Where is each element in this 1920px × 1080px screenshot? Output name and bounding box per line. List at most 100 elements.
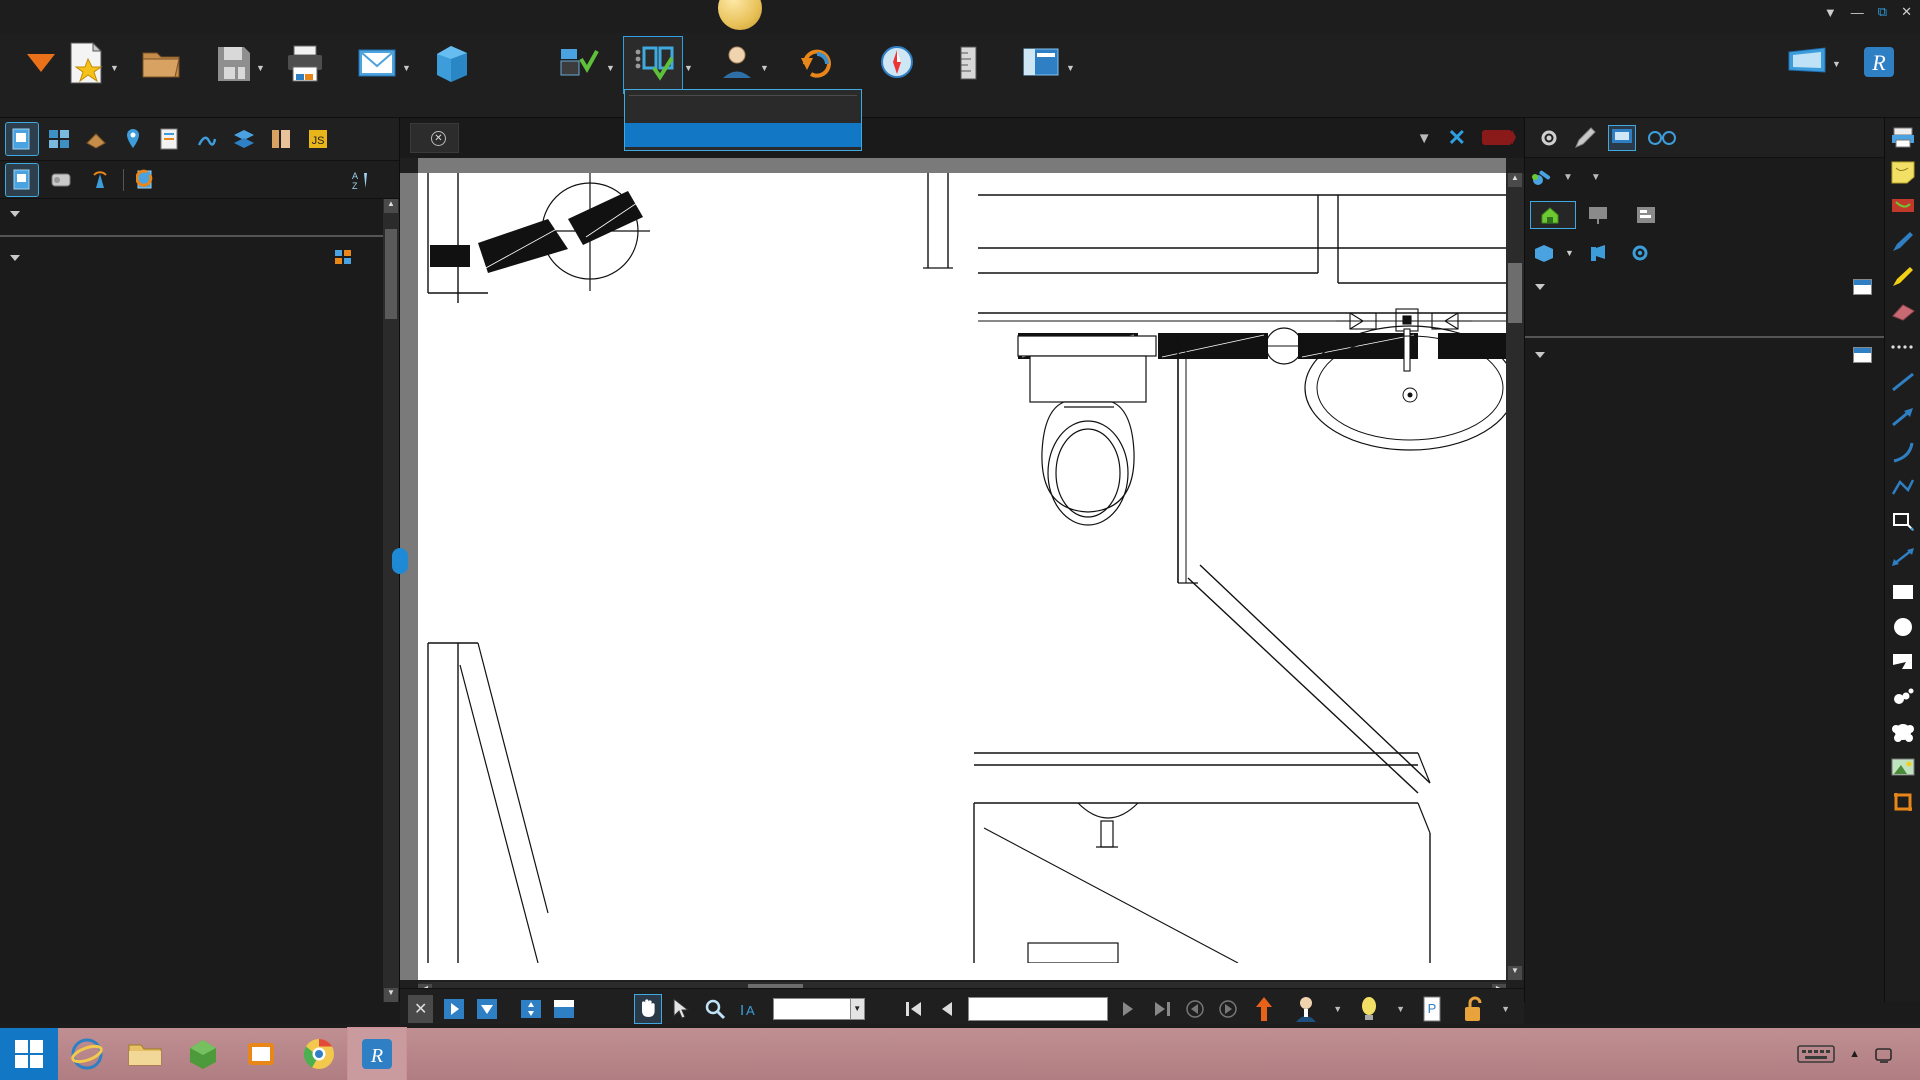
- markup-flag-icon[interactable]: [1482, 127, 1516, 149]
- dimension-icon[interactable]: [1888, 542, 1918, 572]
- studio-session-icon[interactable]: [1609, 126, 1635, 150]
- location-pin-icon[interactable]: [117, 123, 149, 155]
- chevron-down-icon[interactable]: [1535, 352, 1545, 358]
- scroll-up-arrow[interactable]: ▲: [384, 199, 398, 213]
- polyline-icon[interactable]: [1888, 472, 1918, 502]
- left-panel-resize-handle[interactable]: [392, 548, 408, 574]
- circle-icon[interactable]: [1888, 612, 1918, 642]
- minimize-icon[interactable]: —: [1851, 5, 1864, 20]
- scrollbar-thumb[interactable]: [385, 229, 397, 319]
- chrome-icon[interactable]: [290, 1028, 348, 1080]
- line-icon[interactable]: [1888, 367, 1918, 397]
- scroll-up-arrow[interactable]: ▲: [1508, 173, 1522, 187]
- tab-project[interactable]: [1627, 202, 1671, 228]
- sessions-section-header[interactable]: [1525, 272, 1884, 302]
- file-access-icon[interactable]: [6, 123, 38, 155]
- windows-start-icon[interactable]: [0, 1028, 58, 1080]
- zoom-input[interactable]: [773, 998, 851, 1020]
- chevron-down-icon[interactable]: ▼: [1563, 172, 1573, 183]
- scroll-down-arrow[interactable]: ▼: [384, 988, 398, 1002]
- calendar-icon[interactable]: [1853, 279, 1872, 295]
- next-page-icon[interactable]: [1116, 995, 1141, 1023]
- sort-az-icon[interactable]: AZ: [343, 164, 375, 196]
- chevron-down-icon[interactable]: ▼: [1396, 1004, 1405, 1014]
- stamps-icon[interactable]: [80, 123, 112, 155]
- tabs-caret-icon[interactable]: ▼: [606, 63, 615, 73]
- revu-icon[interactable]: R: [348, 1028, 406, 1080]
- fit-width-icon[interactable]: [552, 995, 577, 1023]
- ribbon-toolbars[interactable]: ▼: [624, 37, 682, 93]
- chevron-down-icon[interactable]: ▼: [1591, 172, 1601, 183]
- ribbon-tabs[interactable]: ▼: [542, 37, 616, 115]
- previous-view-arrow-icon[interactable]: [1182, 995, 1207, 1023]
- ribbon-settings[interactable]: R: [1842, 37, 1916, 115]
- internet-explorer-icon[interactable]: [58, 1028, 116, 1080]
- previous-view-icon[interactable]: [475, 995, 500, 1023]
- close-tool-icon[interactable]: ✕: [408, 995, 433, 1023]
- flag-icon[interactable]: [1888, 192, 1918, 222]
- left-panel-scrollbar[interactable]: ▲ ▼: [383, 199, 399, 1002]
- up-arrow-icon[interactable]: [1249, 995, 1279, 1023]
- ribbon-save[interactable]: ▼: [196, 37, 270, 115]
- next-view-arrow-icon[interactable]: [1216, 995, 1241, 1023]
- tab-session[interactable]: [1579, 202, 1623, 228]
- avatar-icon[interactable]: [1291, 995, 1321, 1023]
- first-page-icon[interactable]: [901, 995, 926, 1023]
- ribbon-email[interactable]: ▼: [340, 37, 414, 115]
- menu-item-customize[interactable]: [625, 123, 861, 147]
- vertical-ruler[interactable]: [400, 173, 418, 980]
- horizontal-ruler[interactable]: [418, 158, 1506, 173]
- studio-settings-button[interactable]: [1629, 243, 1656, 263]
- green-app-icon[interactable]: [174, 1028, 232, 1080]
- lightbulb-icon[interactable]: [1354, 995, 1384, 1023]
- javascript-icon[interactable]: JS: [302, 123, 334, 155]
- close-panel-icon[interactable]: ✕: [1448, 125, 1466, 151]
- cloud-icon[interactable]: [1888, 717, 1918, 747]
- thumbnails-icon[interactable]: [43, 123, 75, 155]
- pencil-icon[interactable]: [1573, 126, 1597, 150]
- dotted-line-icon[interactable]: [1888, 332, 1918, 362]
- bookmarks-icon[interactable]: [265, 123, 297, 155]
- ribbon-navigate[interactable]: [860, 37, 934, 115]
- network-icon[interactable]: [84, 164, 116, 196]
- last-page-icon[interactable]: [1149, 995, 1174, 1023]
- tab-home[interactable]: [1531, 202, 1575, 228]
- crop-icon[interactable]: [1888, 787, 1918, 817]
- next-view-icon[interactable]: [441, 995, 466, 1023]
- arrow-icon[interactable]: [1888, 402, 1918, 432]
- file-explorer-icon[interactable]: [116, 1028, 174, 1080]
- scroll-down-arrow[interactable]: ▼: [1508, 966, 1522, 980]
- studio-url-bar[interactable]: ▼ ▼: [1525, 158, 1884, 196]
- markups-list-icon[interactable]: [154, 123, 186, 155]
- menu-item-lock[interactable]: [625, 99, 861, 123]
- collapse-caret-icon[interactable]: ▼: [1417, 130, 1432, 147]
- start-session-button[interactable]: ▼: [1533, 243, 1574, 263]
- printer-tool-icon[interactable]: [1888, 122, 1918, 152]
- ribbon-interface[interactable]: ▼: [1004, 37, 1078, 115]
- view-caret-icon[interactable]: ▼: [1832, 59, 1841, 69]
- ribbon-open[interactable]: [124, 37, 198, 115]
- gear-icon[interactable]: [1537, 126, 1561, 150]
- unlock-icon[interactable]: [1459, 995, 1489, 1023]
- arc-icon[interactable]: [1888, 437, 1918, 467]
- recent-documents-icon[interactable]: [6, 164, 38, 196]
- zoom-dropdown-icon[interactable]: ▼: [851, 998, 865, 1020]
- refresh-icon[interactable]: [131, 164, 163, 196]
- my-computer-icon[interactable]: [45, 164, 77, 196]
- ribbon-rulers[interactable]: [932, 37, 1006, 115]
- calendar-icon[interactable]: [1853, 347, 1872, 363]
- page-indicator[interactable]: [968, 997, 1108, 1021]
- chevron-down-icon[interactable]: [1535, 284, 1545, 290]
- projects-section-header[interactable]: [1525, 340, 1884, 370]
- chevron-down-icon[interactable]: [10, 211, 20, 217]
- toolbars-caret-icon[interactable]: ▼: [684, 63, 693, 73]
- interface-caret-icon[interactable]: ▼: [1066, 63, 1075, 73]
- chevron-down-icon[interactable]: ▼: [1501, 1004, 1510, 1014]
- glasses-icon[interactable]: [1647, 128, 1677, 148]
- text-select-icon[interactable]: IA: [735, 995, 760, 1023]
- ribbon-print[interactable]: [268, 37, 342, 115]
- zoom-tool-icon[interactable]: [702, 995, 727, 1023]
- keyboard-icon[interactable]: [1797, 1043, 1835, 1065]
- lock-checkbox[interactable]: [631, 101, 651, 121]
- document-tab[interactable]: ✕: [410, 123, 459, 153]
